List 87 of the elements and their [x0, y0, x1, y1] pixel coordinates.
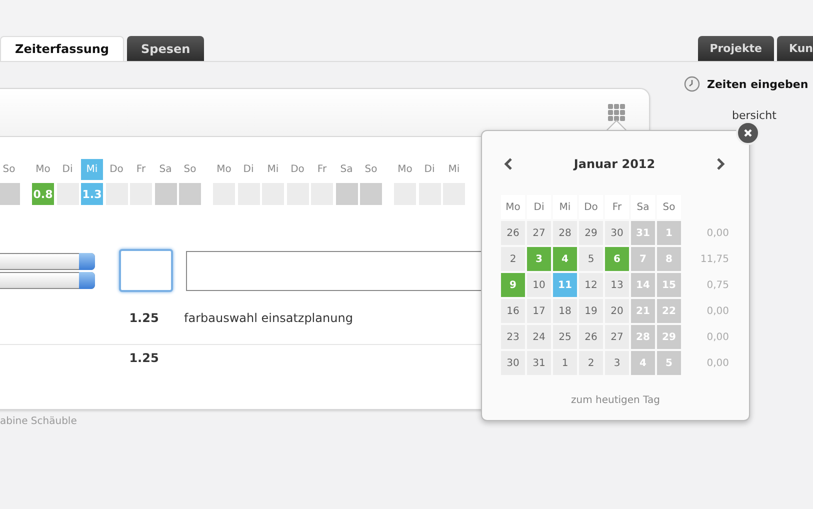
month-title: Januar 2012	[574, 157, 656, 171]
weekday-label: So	[2, 163, 16, 177]
calendar-day[interactable]: 6	[605, 247, 629, 271]
calendar-day[interactable]: 16	[501, 299, 525, 323]
weekday-label: So	[657, 195, 681, 219]
today-link[interactable]: zum heutigen Tag	[482, 395, 749, 406]
calendar-day[interactable]: 29	[579, 221, 603, 245]
calendar-day[interactable]: 19	[579, 299, 603, 323]
weekday-label: Mo	[34, 163, 52, 177]
calendar-day[interactable]: 3	[527, 247, 551, 271]
calendar-day[interactable]: 27	[527, 221, 551, 245]
calendar-day[interactable]: 25	[553, 325, 577, 349]
tab[interactable]: Projekte	[698, 36, 774, 61]
weekday-label: Sa	[339, 163, 354, 177]
weekday-label: Mi	[266, 163, 280, 177]
calendar-day[interactable]: 30	[501, 351, 525, 375]
calendar-day[interactable]: 4	[553, 247, 577, 271]
calendar-day[interactable]: 12	[579, 273, 603, 297]
weekday-label: Fr	[316, 163, 328, 177]
calendar-day[interactable]: 27	[605, 325, 629, 349]
day-cell[interactable]	[0, 183, 20, 205]
dropdown[interactable]	[0, 272, 95, 288]
close-icon	[743, 128, 753, 138]
weekday-label: Di	[242, 163, 255, 177]
week-total: 0,00	[706, 228, 729, 238]
day-cell[interactable]	[360, 183, 382, 205]
tab[interactable]: Kun	[777, 36, 813, 61]
day-cell[interactable]: 0.8	[32, 183, 54, 205]
week-total: 0,00	[706, 306, 729, 316]
calendar-day[interactable]: 9	[501, 273, 525, 297]
calendar-day[interactable]: 10	[527, 273, 551, 297]
weekday-label: Mo	[501, 195, 525, 219]
dropdown[interactable]	[0, 252, 95, 270]
calendar-day[interactable]: 5	[579, 247, 603, 271]
day-cell[interactable]	[179, 183, 201, 205]
calendar-grid-icon[interactable]	[608, 104, 625, 121]
weekday-label: So	[182, 163, 198, 177]
weekday-label: Mi	[447, 163, 461, 177]
calendar-day[interactable]: 3	[605, 351, 629, 375]
calendar-day[interactable]: 1	[553, 351, 577, 375]
sidebar-link[interactable]: Zeiten eingeben	[684, 76, 808, 92]
previous-month-icon[interactable]	[502, 157, 514, 171]
week-total: 0,00	[706, 332, 729, 342]
weekday-label: Fr	[605, 195, 629, 219]
week-total: 11,75	[699, 254, 729, 264]
calendar-day[interactable]: 23	[501, 325, 525, 349]
close-button[interactable]	[736, 121, 760, 145]
weekday-label: Mi	[81, 159, 103, 180]
calendar-day[interactable]: 28	[553, 221, 577, 245]
day-cell[interactable]	[336, 183, 358, 205]
calendar-day[interactable]: 24	[527, 325, 551, 349]
user-name: abine Schäuble	[0, 416, 77, 427]
tab[interactable]: Zeiterfassung	[0, 36, 124, 61]
sidebar-link[interactable]: bersicht	[732, 109, 808, 122]
day-cell[interactable]	[154, 183, 176, 205]
weekday-label: Di	[423, 163, 436, 177]
weekday-label: Do	[579, 195, 603, 219]
weekday-label: Mo	[396, 163, 414, 177]
calendar-day[interactable]: 31	[527, 351, 551, 375]
entry-description: farbauswahl einsatzplanung	[184, 311, 353, 325]
calendar-day[interactable]: 26	[579, 325, 603, 349]
calendar-day[interactable]: 30	[605, 221, 629, 245]
calendar-day[interactable]: 13	[605, 273, 629, 297]
weekday-label: Mi	[553, 195, 577, 219]
weekday-label: Di	[61, 163, 74, 177]
next-month-icon[interactable]	[715, 157, 727, 171]
weekday-label: Do	[108, 163, 124, 177]
calendar-day[interactable]: 2	[579, 351, 603, 375]
calendar-day[interactable]: 20	[605, 299, 629, 323]
calendar-day[interactable]: 17	[527, 299, 551, 323]
weekday-label: Di	[527, 195, 551, 219]
week-total: 0,00	[706, 358, 729, 368]
weekday-label: So	[364, 163, 378, 177]
calendar-day[interactable]: 18	[553, 299, 577, 323]
calendar-day[interactable]: 2	[501, 247, 525, 271]
total-hours: 1.25	[128, 351, 160, 365]
calendar-day[interactable]: 26	[501, 221, 525, 245]
clock-icon	[684, 76, 700, 92]
weekday-label: Fr	[135, 163, 147, 177]
weekday-label: Sa	[631, 195, 655, 219]
weekday-label: Mo	[216, 163, 232, 177]
weekday-label: Sa	[158, 163, 173, 177]
hours-field[interactable]	[119, 249, 173, 292]
tab[interactable]: Spesen	[127, 36, 204, 61]
week-total: 0,75	[706, 280, 729, 290]
hours-value: 1.25	[128, 311, 160, 325]
weekday-label: Do	[290, 163, 306, 177]
